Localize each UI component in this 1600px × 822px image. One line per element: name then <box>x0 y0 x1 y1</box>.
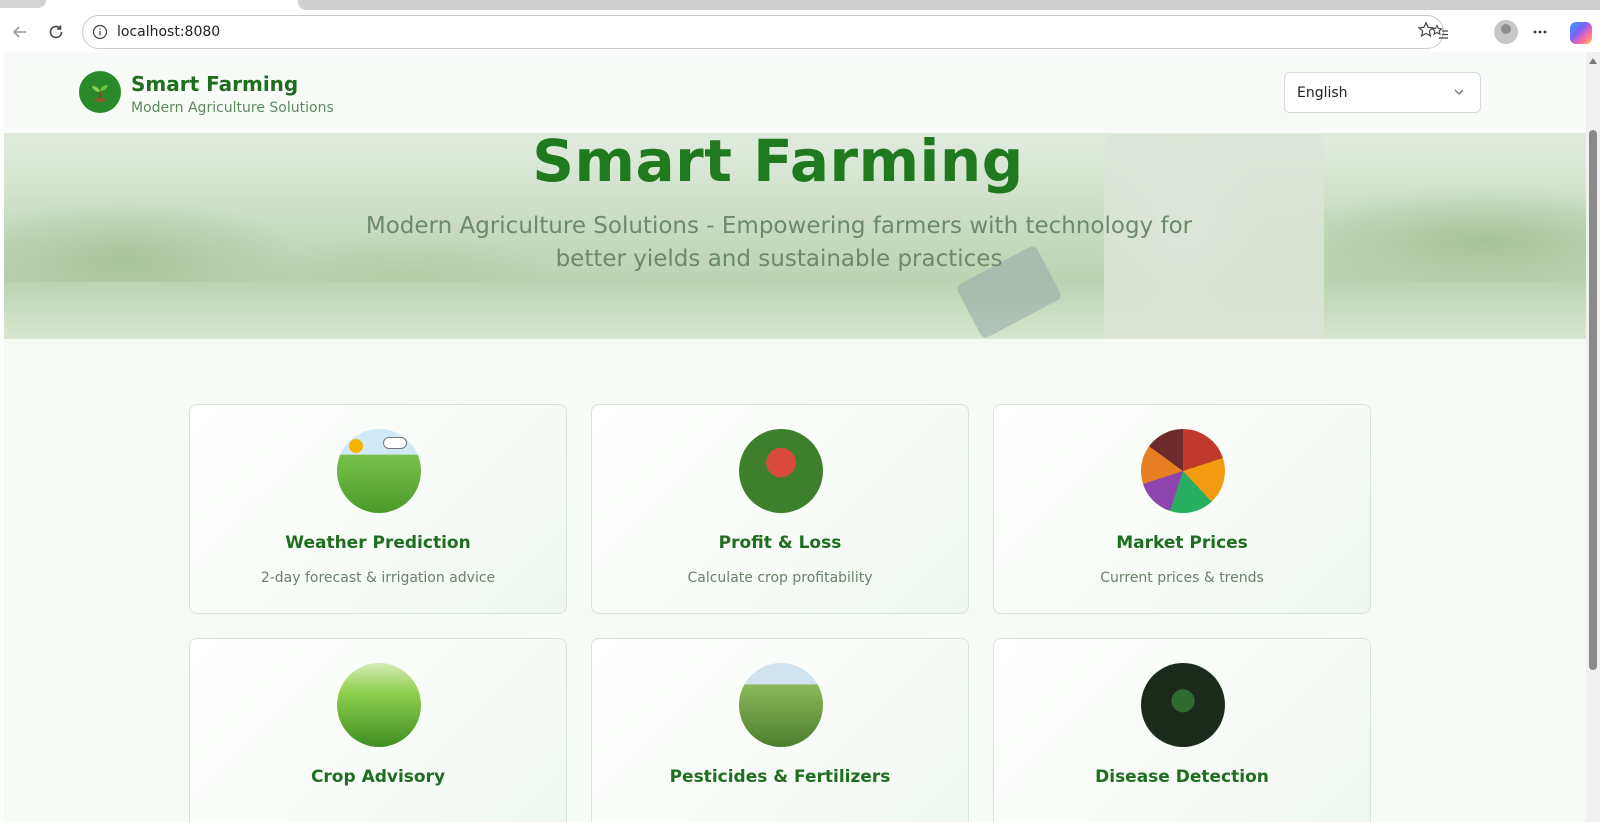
card-title: Crop Advisory <box>310 767 446 787</box>
language-select[interactable]: English <box>1284 72 1481 113</box>
feature-card-market-prices[interactable]: Market Prices Current prices & trends <box>993 404 1371 614</box>
produce-market-image <box>1141 429 1225 513</box>
sun-icon <box>349 439 363 453</box>
page-viewport: Smart Farming Modern Agriculture Solutio… <box>4 52 1586 822</box>
browser-toolbar: localhost:8080 <box>0 12 1600 52</box>
favorites-icon[interactable] <box>1424 16 1456 48</box>
scrollbar-thumb[interactable] <box>1589 130 1597 670</box>
crop-field-farmer-image <box>337 663 421 747</box>
card-description: 2-day forecast & irrigation advice <box>260 570 496 586</box>
browser-tab[interactable] <box>0 0 46 8</box>
sprout-logo-icon[interactable] <box>79 71 121 113</box>
feature-card-weather[interactable]: Weather Prediction 2-day forecast & irri… <box>189 404 567 614</box>
copilot-icon[interactable] <box>1570 22 1592 44</box>
card-title: Profit & Loss <box>718 533 842 553</box>
sprayer-image <box>739 663 823 747</box>
brand-subtitle: Modern Agriculture Solutions <box>131 100 334 116</box>
hero-subtitle: Modern Agriculture Solutions - Empowerin… <box>365 213 1193 272</box>
more-menu-icon[interactable] <box>1524 16 1556 48</box>
weather-field-image <box>337 429 421 513</box>
chevron-down-icon <box>1452 85 1466 104</box>
browser-tab-active[interactable] <box>298 0 1600 10</box>
farmer-image <box>739 429 823 513</box>
vertical-scrollbar[interactable] <box>1586 52 1600 822</box>
brand-title[interactable]: Smart Farming <box>131 72 298 96</box>
scroll-up-arrow-icon[interactable] <box>1589 58 1597 64</box>
feature-card-profit-loss[interactable]: Profit & Loss Calculate crop profitabili… <box>591 404 969 614</box>
reload-icon[interactable] <box>40 16 72 48</box>
rain-cloud-icon <box>383 437 407 449</box>
leaf-magnifier-image <box>1141 663 1225 747</box>
card-title: Disease Detection <box>1095 767 1269 787</box>
card-title: Weather Prediction <box>285 533 471 553</box>
profile-avatar[interactable] <box>1494 20 1518 44</box>
tab-strip <box>0 0 1600 12</box>
hero-title: Smart Farming <box>532 127 1024 195</box>
feature-card-crop-advisory[interactable]: Crop Advisory <box>189 638 567 822</box>
card-description: Calculate crop profitability <box>687 570 873 586</box>
site-info-icon[interactable] <box>83 24 117 40</box>
address-bar[interactable]: localhost:8080 <box>82 15 1444 49</box>
card-title: Market Prices <box>1116 533 1248 553</box>
back-icon[interactable] <box>4 16 36 48</box>
language-selected-value: English <box>1297 84 1348 101</box>
site-header: Smart Farming Modern Agriculture Solutio… <box>4 52 1586 134</box>
card-description: Current prices & trends <box>1100 570 1264 586</box>
feature-card-pesticides-fertilizers[interactable]: Pesticides & Fertilizers <box>591 638 969 822</box>
url-text[interactable]: localhost:8080 <box>117 24 220 40</box>
feature-card-disease-detection[interactable]: Disease Detection <box>993 638 1371 822</box>
card-title: Pesticides & Fertilizers <box>669 767 891 787</box>
